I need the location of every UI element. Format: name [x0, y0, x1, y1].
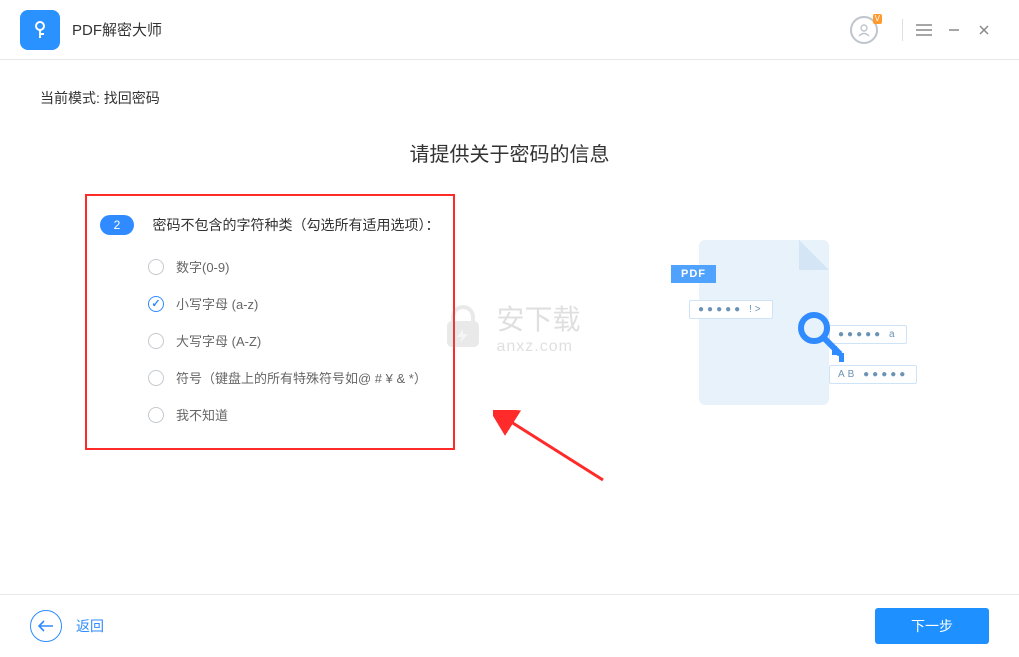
titlebar: PDF解密大师 V: [0, 0, 1019, 60]
watermark: 安下载 anxz.com: [438, 298, 580, 356]
annotation-arrow: [493, 410, 613, 490]
option-label: 数字(0-9): [176, 257, 229, 276]
next-button[interactable]: 下一步: [875, 608, 989, 644]
option-label: 小写字母 (a-z): [176, 294, 258, 313]
option-unknown[interactable]: 我不知道: [148, 405, 439, 424]
minimize-button[interactable]: [939, 15, 969, 45]
back-label: 返回: [76, 616, 104, 636]
watermark-title: 安下载: [496, 298, 580, 338]
question-text: 密码不包含的字符种类（勾选所有适用选项）：: [152, 215, 439, 235]
radio-icon: [148, 370, 164, 386]
option-uppercase[interactable]: 大写字母 (A-Z): [148, 331, 439, 350]
radio-icon: [148, 296, 164, 312]
footer: 返回 下一步: [0, 594, 1019, 657]
app-icon: [20, 10, 60, 50]
watermark-url: anxz.com: [496, 338, 580, 356]
option-label: 我不知道: [176, 405, 228, 424]
menu-button[interactable]: [909, 15, 939, 45]
divider: [902, 19, 903, 41]
radio-icon: [148, 259, 164, 275]
vip-badge: V: [873, 14, 882, 24]
back-arrow-icon: [30, 610, 62, 642]
illustration: PDF ●●●●● !> ●●●●● a AB ●●●●●: [679, 240, 939, 420]
app-title: PDF解密大师: [72, 19, 850, 40]
option-label: 大写字母 (A-Z): [176, 331, 261, 350]
content-area: 当前模式: 找回密码 请提供关于密码的信息 2 密码不包含的字符种类（勾选所有适…: [0, 60, 1019, 594]
key-icon: [794, 308, 854, 368]
password-bar: ●●●●● !>: [689, 300, 773, 319]
radio-icon: [148, 333, 164, 349]
step-number-badge: 2: [100, 215, 134, 235]
option-symbols[interactable]: 符号（键盘上的所有特殊符号如@ # ¥ & *）: [148, 368, 439, 387]
close-button[interactable]: [969, 15, 999, 45]
option-label: 符号（键盘上的所有特殊符号如@ # ¥ & *）: [176, 368, 427, 387]
option-digits[interactable]: 数字(0-9): [148, 257, 439, 276]
back-button[interactable]: 返回: [30, 610, 104, 642]
pdf-label: PDF: [671, 265, 716, 283]
mode-value: 找回密码: [104, 90, 160, 106]
question-section: 2 密码不包含的字符种类（勾选所有适用选项）： 数字(0-9) 小写字母 (a-…: [100, 215, 439, 442]
radio-icon: [148, 407, 164, 423]
user-avatar-button[interactable]: V: [850, 16, 878, 44]
mode-line: 当前模式: 找回密码: [40, 88, 979, 108]
mode-label: 当前模式:: [40, 90, 100, 106]
option-lowercase[interactable]: 小写字母 (a-z): [148, 294, 439, 313]
page-title: 请提供关于密码的信息: [40, 138, 979, 167]
options-list: 数字(0-9) 小写字母 (a-z) 大写字母 (A-Z) 符号（键盘上的所有特…: [148, 257, 439, 424]
